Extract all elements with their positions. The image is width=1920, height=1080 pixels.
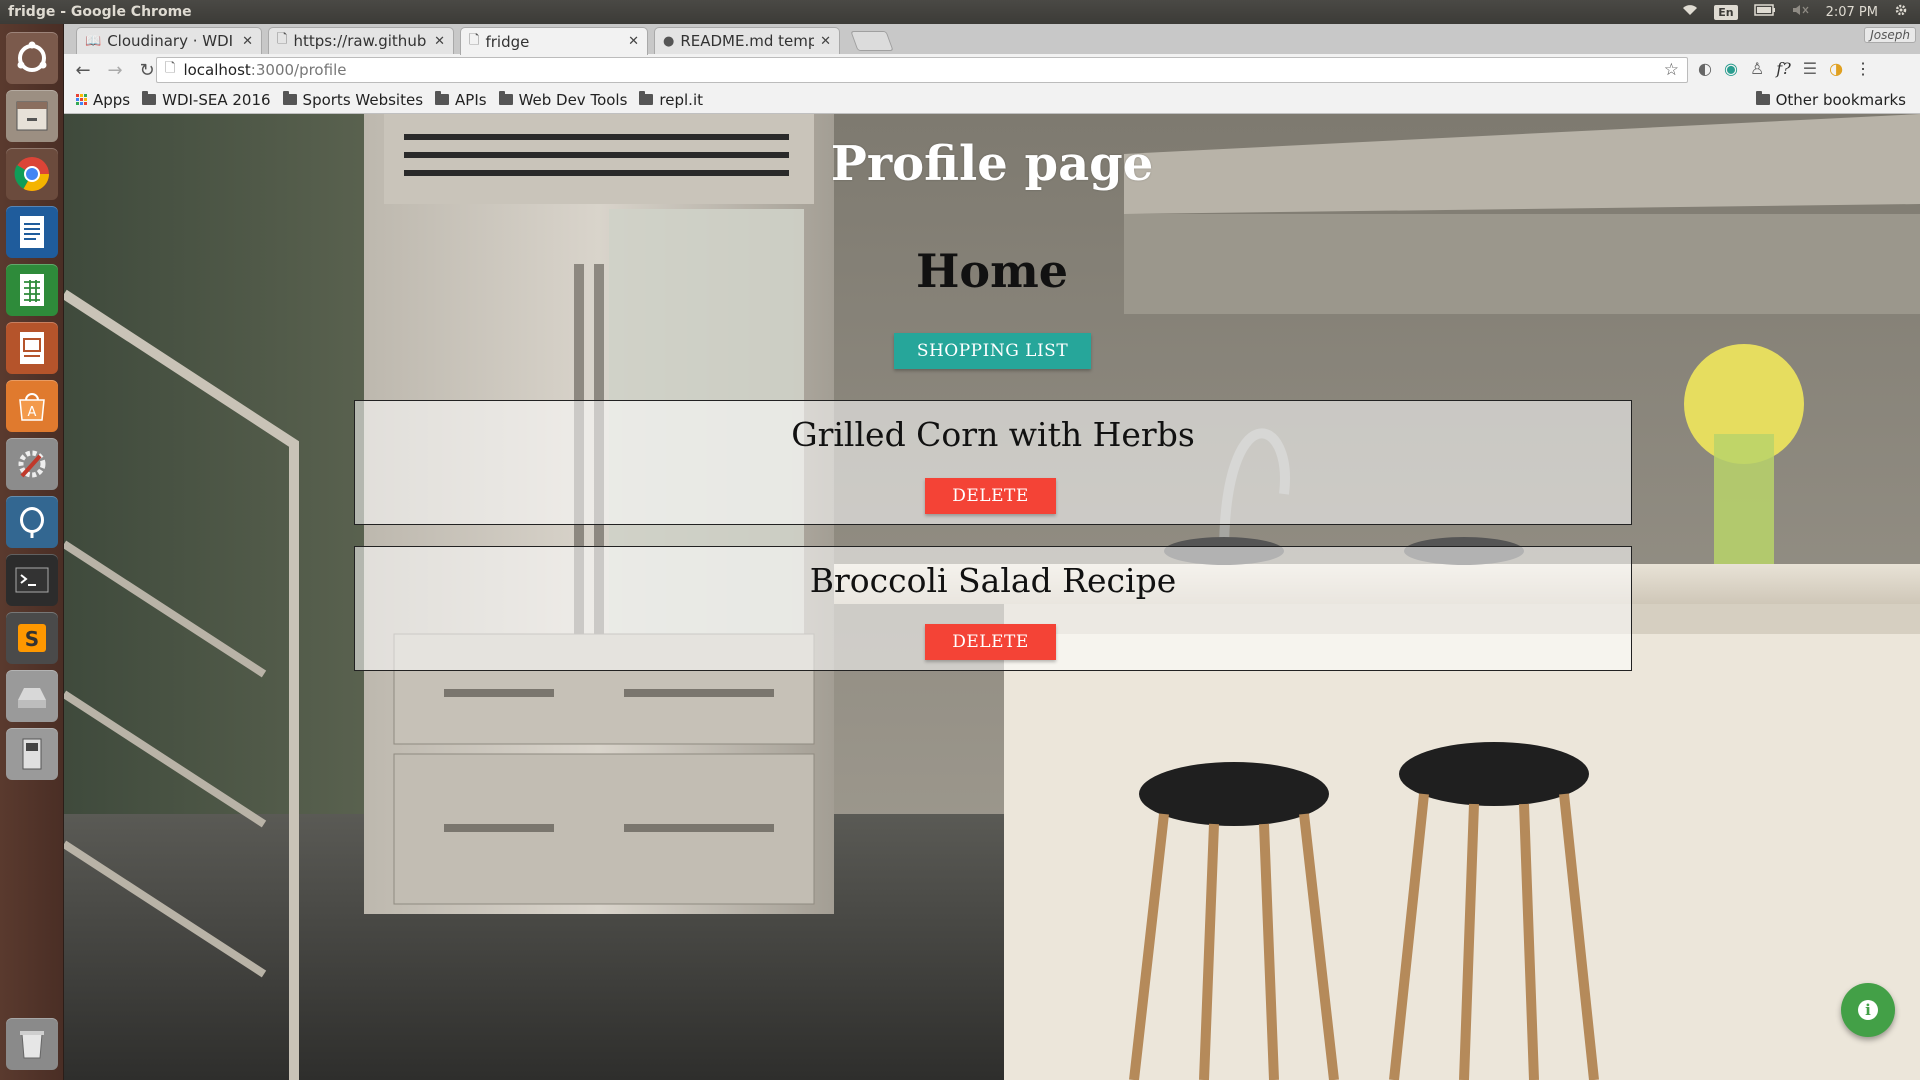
bookmark-folder-apis[interactable]: APIs [435,91,487,109]
writer-icon[interactable] [6,206,58,258]
tab-raw-github[interactable]: 🗋 https://raw.github ✕ [268,27,454,54]
ubuntu-dash-icon[interactable] [6,32,58,84]
calc-icon[interactable] [6,264,58,316]
bookmark-folder-webdev[interactable]: Web Dev Tools [498,90,628,109]
tab-cloudinary[interactable]: 📖 Cloudinary · WDI No ✕ [76,27,262,54]
info-fab-button[interactable]: i [1841,983,1895,1037]
bookmark-apps[interactable]: Apps [76,91,130,109]
recipe-card: Broccoli Salad Recipe DELETE [354,546,1632,671]
extension-icon[interactable]: ◑ [1829,59,1843,78]
terminal-icon[interactable] [6,554,58,606]
window-title: fridge - Google Chrome [8,4,192,20]
back-icon[interactable]: ← [70,60,96,81]
extension-icon[interactable]: ◐ [1698,59,1712,78]
volume-muted-icon[interactable] [1792,4,1810,20]
recipe-card: Grilled Corn with Herbs DELETE [354,400,1632,525]
close-icon[interactable]: ✕ [628,34,639,49]
extension-icons: ◐ ◉ ♙ f? ☰ ◑ ⋮ [1698,59,1871,78]
tab-label: https://raw.github [293,32,427,50]
extension-icon[interactable]: ☰ [1803,59,1817,78]
folder-icon [282,91,297,105]
extension-icon[interactable]: ◉ [1724,59,1738,78]
tab-strip: 📖 Cloudinary · WDI No ✕ 🗋 https://raw.gi… [64,24,1920,55]
drive-icon[interactable] [6,670,58,722]
bookmark-label: WDI-SEA 2016 [162,90,271,109]
pgadmin-icon[interactable] [6,496,58,548]
bookmark-star-icon[interactable]: ☆ [1664,60,1679,80]
bookmark-folder-replit[interactable]: repl.it [639,91,703,109]
tab-label: fridge [485,32,530,51]
chrome-icon[interactable] [6,148,58,200]
gear-icon[interactable] [1894,3,1908,21]
bookmark-label: Apps [93,90,131,109]
page-icon: 🗋 [469,32,480,48]
folder-icon [639,91,654,105]
battery-icon[interactable] [1753,4,1776,20]
web-page: Profile page Home SHOPPING LIST Grilled … [64,114,1920,1080]
page-info-icon[interactable]: 🗋 [165,59,175,81]
impress-icon[interactable] [6,322,58,374]
delete-button[interactable]: DELETE [925,624,1056,660]
bookmark-folder-other[interactable]: Other bookmarks [1755,90,1906,109]
clock[interactable]: 2:07 PM [1826,5,1878,20]
svg-text:A: A [28,405,37,420]
trash-icon[interactable] [6,1018,58,1070]
formula-icon[interactable]: f? [1776,59,1791,78]
address-bar[interactable]: 🗋 localhost:3000/profile ☆ [156,57,1688,83]
svg-text:S: S [25,627,39,651]
profile-badge[interactable]: Joseph [1864,27,1916,43]
wifi-icon[interactable] [1682,4,1698,20]
close-icon[interactable]: ✕ [242,34,253,49]
folder-icon [498,91,513,105]
keyboard-layout-indicator[interactable]: En [1714,4,1738,20]
browser-chrome: 📖 Cloudinary · WDI No ✕ 🗋 https://raw.gi… [64,24,1920,114]
url-host: localhost [183,61,251,79]
new-tab-button[interactable] [850,31,894,51]
github-icon: ● [663,33,675,49]
bookmark-label: repl.it [659,90,703,109]
folder-icon [142,91,157,105]
page-icon: 🗋 [277,32,288,47]
bookmark-label: APIs [455,90,487,109]
profile-content: Profile page Home SHOPPING LIST Grilled … [64,114,1920,1080]
page-title: Profile page [830,136,1154,192]
extension-icon[interactable]: ♙ [1750,59,1764,78]
bookmark-label: Sports Websites [302,90,424,109]
tab-label: Cloudinary · WDI No [107,32,236,50]
menu-icon[interactable]: ⋮ [1855,59,1871,78]
folder-icon [1755,91,1770,105]
files-icon[interactable] [6,90,58,142]
sublime-text-icon[interactable]: S [6,612,58,664]
close-icon[interactable]: ✕ [820,34,831,49]
tab-readme[interactable]: ● README.md templ ✕ [654,27,840,54]
bookmark-folder-wdi[interactable]: WDI-SEA 2016 [142,90,271,109]
tab-label: README.md templ [680,32,815,50]
delete-button[interactable]: DELETE [925,478,1056,514]
bookmark-folder-sports[interactable]: Sports Websites [282,90,424,109]
shopping-list-button[interactable]: SHOPPING LIST [894,333,1091,369]
top-panel: fridge - Google Chrome En 2:07 PM [0,0,1920,24]
recipe-title[interactable]: Grilled Corn with Herbs [355,415,1631,454]
software-center-icon[interactable]: A [6,380,58,432]
system-settings-icon[interactable] [6,438,58,490]
launcher: A S [0,24,64,1080]
apps-icon [76,94,87,105]
recipe-title[interactable]: Broccoli Salad Recipe [355,561,1631,600]
removable-device-icon[interactable] [6,728,58,780]
forward-icon[interactable]: → [102,60,128,81]
bookmark-label: Other bookmarks [1775,90,1906,109]
book-icon: 📖 [85,33,102,49]
tab-fridge[interactable]: 🗋 fridge ✕ [460,27,648,55]
url-path: :3000/profile [250,61,347,79]
home-link[interactable]: Home [64,244,1920,298]
close-icon[interactable]: ✕ [434,34,445,49]
info-icon: i [1858,1000,1878,1020]
bookmark-label: Web Dev Tools [518,90,628,109]
panel-indicators: En 2:07 PM [1682,3,1920,21]
bookmarks-bar: Apps WDI-SEA 2016 Sports Websites APIs W… [64,86,1920,114]
toolbar: ← → ↻ 🗋 localhost:3000/profile ☆ ◐ ◉ ♙ f… [64,54,1920,86]
folder-icon [435,91,450,105]
